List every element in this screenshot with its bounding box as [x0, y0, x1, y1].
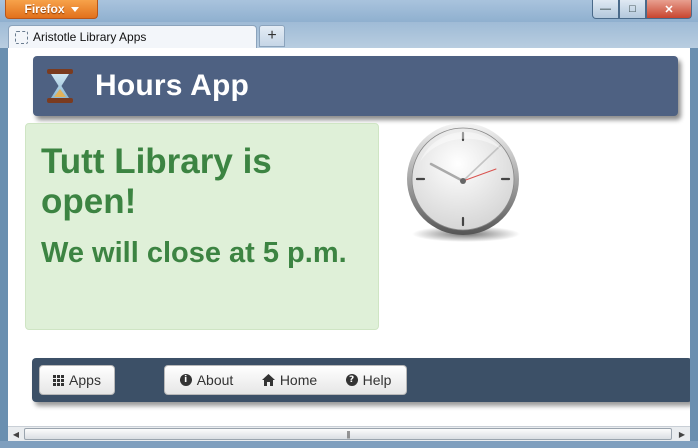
- question-icon: ?: [345, 374, 358, 386]
- maximize-button[interactable]: □: [619, 0, 646, 19]
- close-icon: ✕: [664, 3, 674, 16]
- info-icon: i: [179, 374, 192, 386]
- clock-icon: [407, 123, 520, 242]
- tab-title: Aristotle Library Apps: [33, 30, 147, 44]
- minimize-button[interactable]: —: [592, 0, 619, 19]
- grid-icon: [53, 374, 65, 386]
- tab-strip: Aristotle Library Apps +: [0, 22, 698, 48]
- about-label: About: [196, 372, 234, 388]
- closing-time-message: We will close at 5 p.m.: [41, 237, 347, 269]
- scrollbar-grip-icon: |||: [346, 429, 350, 439]
- window-bottom-frame: [0, 441, 698, 448]
- scroll-right-arrow-icon[interactable]: ▶: [675, 428, 689, 441]
- bottom-navbar: Apps i About Home ? Help: [32, 358, 690, 402]
- scrollbar-thumb[interactable]: |||: [24, 428, 672, 440]
- new-tab-button[interactable]: +: [259, 25, 285, 47]
- plus-icon: +: [267, 27, 277, 44]
- home-label: Home: [279, 372, 318, 388]
- help-label: Help: [362, 372, 392, 388]
- chevron-down-icon: [70, 6, 79, 12]
- horizontal-scrollbar[interactable]: ◀ ||| ▶: [8, 426, 690, 441]
- favicon-placeholder-icon: [15, 30, 28, 44]
- firefox-menu-button[interactable]: Firefox: [5, 0, 98, 19]
- apps-button[interactable]: Apps: [39, 365, 115, 395]
- app-header: Hours App: [33, 56, 678, 116]
- page-title: Hours App: [95, 69, 250, 102]
- minimize-icon: —: [600, 3, 611, 15]
- help-button[interactable]: ? Help: [331, 365, 407, 395]
- firefox-menu-label: Firefox: [24, 2, 65, 16]
- hourglass-icon: [47, 69, 73, 103]
- library-status-panel: Tutt Library is open! We will close at 5…: [25, 123, 379, 330]
- open-status-message: Tutt Library is open!: [41, 142, 272, 221]
- apps-label: Apps: [69, 372, 101, 388]
- window-controls: — □ ✕: [592, 0, 692, 19]
- maximize-icon: □: [629, 3, 636, 15]
- close-window-button[interactable]: ✕: [646, 0, 692, 19]
- tab-aristotle-library-apps[interactable]: Aristotle Library Apps: [8, 25, 257, 48]
- window-titlebar: Firefox — □ ✕: [0, 0, 698, 22]
- about-button[interactable]: i About: [164, 365, 249, 395]
- home-button[interactable]: Home: [248, 365, 332, 395]
- home-icon: [261, 374, 275, 386]
- page-viewport: Hours App Tutt Library is open! We will …: [8, 48, 690, 426]
- scroll-left-arrow-icon[interactable]: ◀: [9, 428, 23, 441]
